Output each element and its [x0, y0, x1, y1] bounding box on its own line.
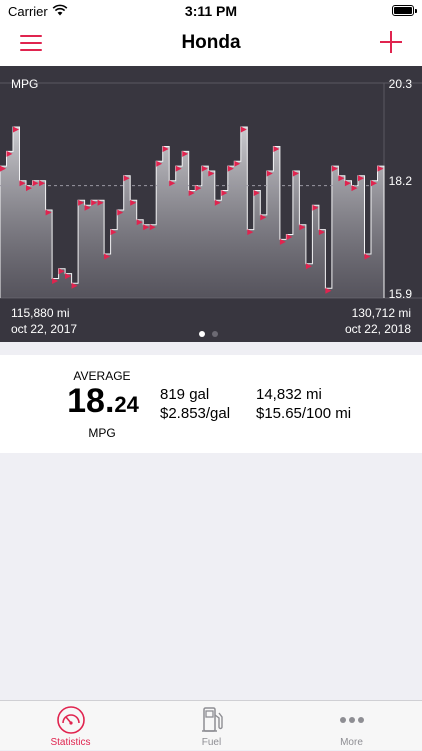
- average-value: 18.24: [62, 382, 144, 421]
- average-value-decimal: 24: [114, 392, 139, 417]
- y-tick-avg: 18.2: [388, 174, 412, 188]
- start-date: oct 22, 2017: [11, 322, 78, 336]
- total-gallons: 819 gal: [160, 386, 210, 403]
- page-title: Honda: [181, 32, 241, 53]
- status-bar: Carrier 3:11 PM: [0, 0, 422, 22]
- end-date: oct 22, 2018: [344, 322, 411, 336]
- tab-fuel-label: Fuel: [201, 737, 222, 748]
- end-odometer: 130,712 mi: [351, 306, 411, 320]
- page-dot-2[interactable]: [212, 331, 218, 337]
- average-value-integer: 18.: [67, 382, 115, 420]
- chart-start-label: 115,880 mi oct 22, 2017: [11, 305, 77, 337]
- tab-statistics[interactable]: Statistics: [0, 701, 141, 751]
- mpg-chart-plot: [0, 82, 422, 299]
- tab-more[interactable]: More: [281, 701, 422, 751]
- mpg-area: [0, 127, 384, 298]
- average-label: AVERAGE: [73, 369, 131, 383]
- navigation-bar: Honda: [0, 22, 422, 66]
- y-tick-min: 15.9: [388, 287, 412, 301]
- tab-statistics-label: Statistics: [50, 737, 91, 748]
- total-distance: 14,832 mi: [256, 386, 322, 403]
- chart-unit-label: MPG: [11, 77, 39, 91]
- add-entry-button[interactable]: [380, 31, 402, 53]
- gauge-icon: [56, 706, 85, 734]
- stats-card: AVERAGE 18.24 MPG 819 gal $2.853/gal 14,…: [0, 355, 422, 453]
- clock: 3:11 PM: [184, 3, 238, 19]
- page-dot-1[interactable]: [199, 331, 205, 337]
- tab-bar: Statistics Fuel More: [0, 700, 422, 750]
- tab-fuel[interactable]: Fuel: [141, 701, 282, 751]
- y-tick-max: 20.3: [388, 77, 412, 91]
- tab-more-label: More: [340, 737, 363, 748]
- mpg-chart[interactable]: MPG 20.3 18.2 15.9 115,880 mi oct 22, 20…: [0, 66, 422, 342]
- fuel-pump-icon: [201, 707, 223, 732]
- chart-end-label: 130,712 mi oct 22, 2018: [345, 305, 411, 337]
- battery-icon: [392, 5, 417, 16]
- price-per-gallon: $2.853/gal: [160, 405, 231, 422]
- start-odometer: 115,880 mi: [11, 306, 70, 320]
- more-dots-icon: [339, 717, 364, 723]
- average-unit: MPG: [88, 426, 116, 440]
- page-indicator[interactable]: [199, 324, 225, 342]
- cost-per-100-miles: $15.65/100 mi: [256, 405, 352, 422]
